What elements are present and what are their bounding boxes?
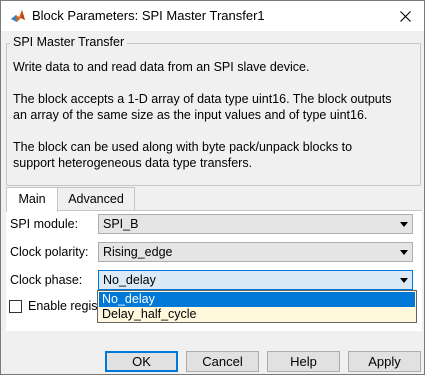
matlab-logo-icon [10,8,26,24]
apply-button[interactable]: Apply [348,351,421,372]
title-bar[interactable]: Block Parameters: SPI Master Transfer1 [1,1,424,31]
clock-polarity-label: Clock polarity: [10,245,89,259]
chevron-down-icon [400,250,408,255]
clock-phase-dropdown-list: No_delay Delay_half_cycle [97,290,417,323]
clock-phase-select[interactable]: No_delay [98,270,413,290]
dialog-window: Block Parameters: SPI Master Transfer1 S… [0,0,425,375]
chevron-down-icon [400,222,408,227]
chevron-down-icon [400,278,408,283]
ok-button[interactable]: OK [105,351,178,372]
tab-main[interactable]: Main [6,187,58,212]
close-button[interactable] [386,1,424,31]
clock-polarity-select[interactable]: Rising_edge [98,242,413,262]
help-button[interactable]: Help [267,351,340,372]
group-title: SPI Master Transfer [10,35,128,49]
clock-phase-value: No_delay [103,273,156,287]
spi-module-value: SPI_B [103,217,139,231]
window-title: Block Parameters: SPI Master Transfer1 [32,8,265,23]
description-line-1: Write data to and read data from an SPI … [13,60,310,74]
description-paragraph-2: The block accepts a 1-D array of data ty… [13,92,392,122]
spi-module-select[interactable]: SPI_B [98,214,413,234]
enable-register-label: Enable regis [28,299,98,313]
tab-advanced[interactable]: Advanced [57,187,135,210]
clock-phase-label: Clock phase: [10,273,83,287]
cancel-button[interactable]: Cancel [186,351,259,372]
description-paragraph-3: The block can be used along with byte pa… [13,140,353,170]
clock-polarity-value: Rising_edge [103,245,173,259]
spi-module-label: SPI module: [10,217,79,231]
enable-register-checkbox[interactable] [9,300,22,313]
dropdown-option-delay-half-cycle[interactable]: Delay_half_cycle [99,307,415,322]
close-icon [399,10,411,22]
dropdown-option-no-delay[interactable]: No_delay [99,292,415,307]
